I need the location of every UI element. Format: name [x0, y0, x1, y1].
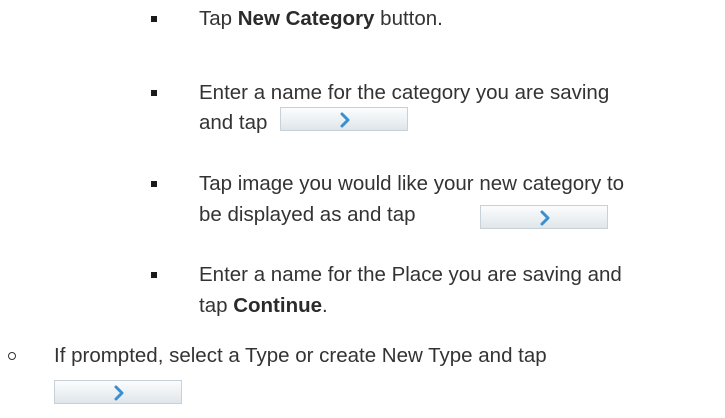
continue-label: Continue	[233, 294, 323, 317]
bullet-square	[151, 181, 157, 187]
chevron-right-icon	[540, 210, 550, 226]
continue-button[interactable]	[54, 380, 182, 404]
sub-step-line-1: If prompted, select a Type or create New…	[54, 344, 547, 367]
chevron-right-icon	[114, 385, 124, 401]
bullet-square	[151, 16, 157, 22]
step-2-line-1: Enter a name for the category you are sa…	[199, 81, 610, 104]
step-3-line-1: Tap image you would like your new catego…	[199, 172, 625, 195]
continue-button[interactable]	[280, 107, 408, 131]
chevron-right-icon	[340, 112, 350, 128]
continue-button[interactable]	[480, 205, 608, 229]
bullet-square	[151, 90, 157, 96]
bullet-circle	[8, 352, 16, 360]
bullet-square	[151, 272, 157, 278]
new-category-label: New Category	[237, 7, 375, 30]
step-1-text: Tap New Category button.	[199, 7, 443, 30]
step-4-line-2: tap Continue.	[199, 294, 328, 317]
step-2-line-2: and tap	[199, 111, 268, 134]
step-4-line-1: Enter a name for the Place you are savin…	[199, 263, 622, 286]
step-3-line-2: be displayed as and tap	[199, 203, 416, 226]
